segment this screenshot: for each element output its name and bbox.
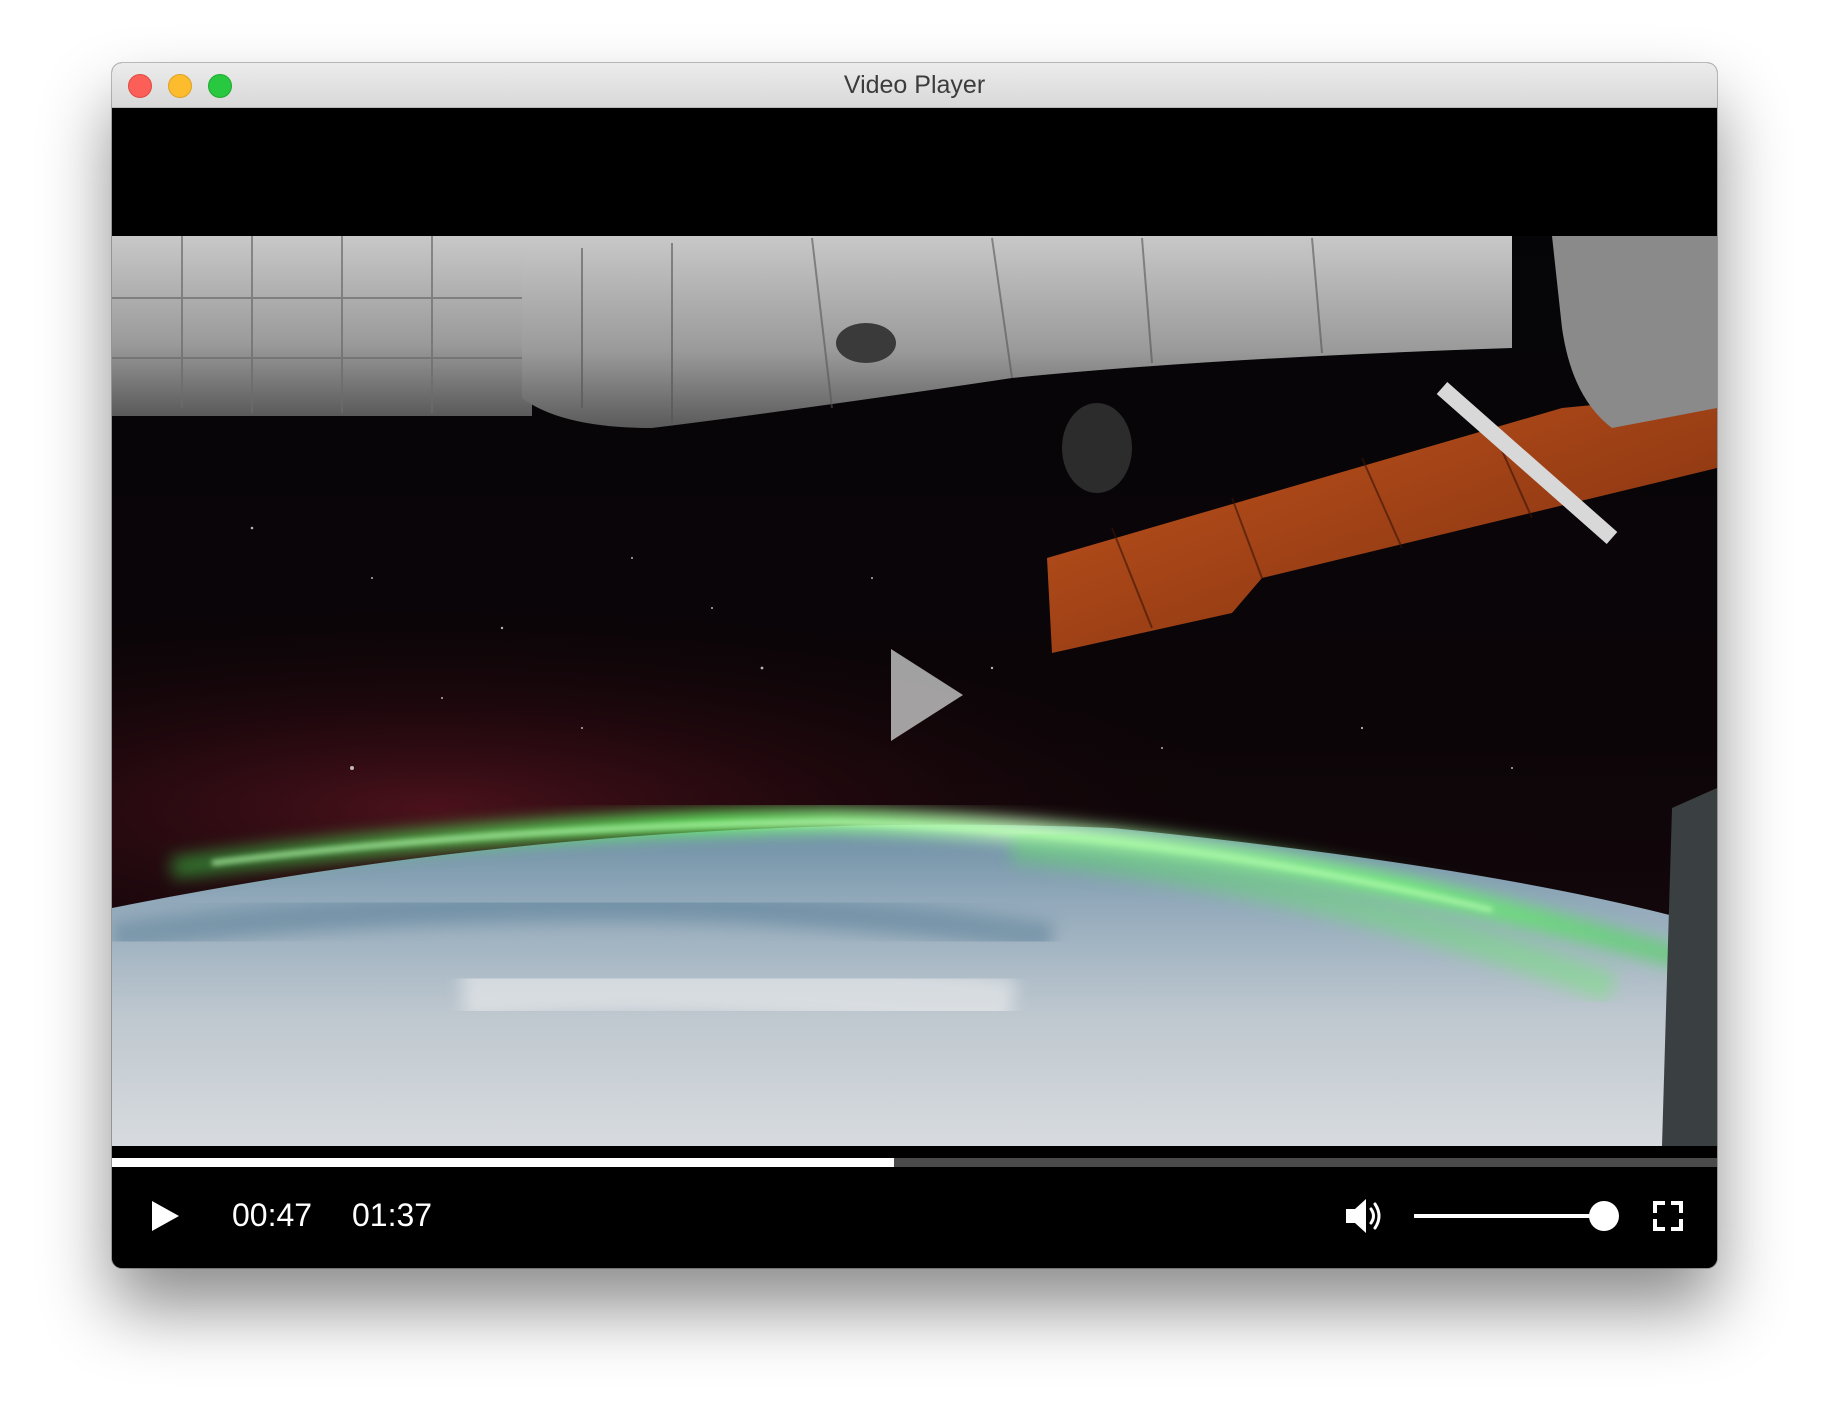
play-icon[interactable] [887,645,967,745]
fullscreen-icon[interactable] [1652,1200,1684,1232]
window-title: Video Player [843,71,986,99]
progress-bar[interactable] [112,1158,1717,1167]
volume-slider-fill [1414,1214,1604,1218]
controls-bar: 00:47 01:37 [112,1167,1717,1268]
play-icon[interactable] [149,1199,181,1233]
progress-bar-fill [112,1158,894,1167]
speaker-volume-icon[interactable] [1344,1196,1386,1236]
volume-slider[interactable] [1414,1201,1619,1231]
volume-slider-knob[interactable] [1589,1201,1619,1231]
total-duration: 01:37 [352,1197,433,1233]
video-viewport[interactable] [112,108,1717,1202]
current-time: 00:47 [232,1197,313,1233]
title-bar[interactable]: Video Player [112,63,1717,108]
video-player-window: Video Player 00:47 01:37 [112,63,1717,1268]
